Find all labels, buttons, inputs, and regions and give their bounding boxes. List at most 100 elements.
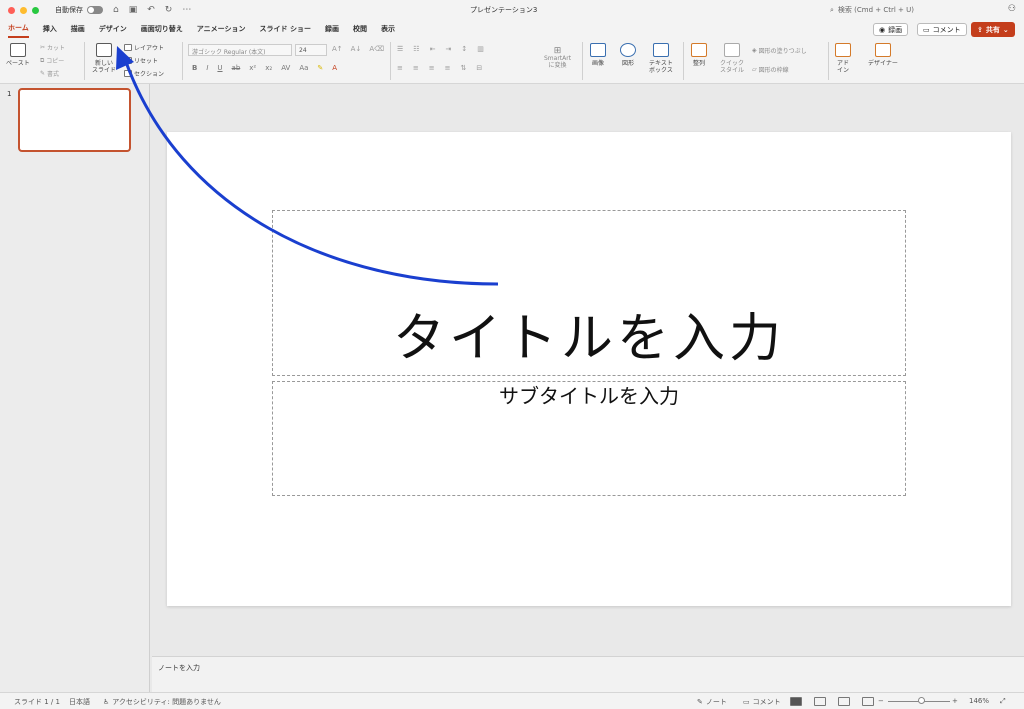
columns-icon[interactable]: ▥ (477, 45, 484, 53)
increase-indent-icon[interactable]: ⇥ (445, 45, 451, 53)
zoom-out-icon[interactable]: − (878, 697, 884, 705)
notes-toggle-button[interactable]: ✎ ノート (697, 697, 727, 707)
accessibility-status[interactable]: ♿ アクセシビリティ: 問題ありません (103, 697, 221, 707)
language-indicator[interactable]: 日本語 (69, 697, 90, 707)
tab-record[interactable]: 録画 (325, 21, 339, 37)
share-button[interactable]: ⇪ 共有 ⌄ (971, 22, 1015, 37)
addins-icon (835, 43, 851, 57)
zoom-slider-handle[interactable] (918, 697, 925, 704)
share-icon: ⇪ (977, 25, 983, 34)
slide-sorter-view-icon[interactable] (814, 697, 826, 706)
char-spacing-icon[interactable]: AV (281, 64, 290, 72)
reset-button[interactable]: リセット (124, 56, 158, 65)
align-text-icon[interactable]: ⊟ (476, 64, 482, 72)
shapes-button[interactable]: 図形 (620, 43, 636, 67)
paragraph-row-2: ≡ ≡ ≡ ≡ ⇅ ⊟ (397, 64, 482, 72)
quick-styles-label-1: クイック (720, 60, 745, 67)
redo-icon[interactable]: ↻ (165, 5, 173, 15)
section-button[interactable]: セクション (124, 69, 164, 78)
autosave-toggle[interactable] (87, 6, 103, 14)
subscript-icon[interactable]: x₂ (265, 64, 272, 72)
comment-label: コメント (932, 25, 961, 34)
tab-review[interactable]: 校閲 (353, 21, 367, 37)
smartart-label-1: SmartArt (544, 55, 572, 62)
title-placeholder-text[interactable]: タイトルを入力 (272, 296, 906, 371)
undo-icon[interactable]: ↶ (147, 5, 155, 15)
ribbon-divider (390, 42, 391, 80)
strikethrough-icon[interactable]: ab (232, 64, 241, 72)
underline-icon[interactable]: U (217, 64, 222, 72)
tab-insert[interactable]: 挿入 (43, 21, 57, 37)
home-icon[interactable]: ⌂ (113, 5, 119, 15)
slideshow-view-icon[interactable] (862, 697, 874, 706)
numbering-icon[interactable]: ☷ (413, 45, 419, 53)
change-case-icon[interactable]: Aa (299, 64, 308, 72)
align-center-icon[interactable]: ≡ (413, 64, 419, 72)
zoom-in-icon[interactable]: + (952, 697, 958, 705)
close-window-button[interactable] (8, 6, 15, 14)
textbox-button[interactable]: テキスト ボックス (649, 43, 673, 74)
font-size-select[interactable]: 24 (295, 44, 327, 56)
copy-button[interactable]: ⧉ コピー (40, 56, 64, 66)
convert-smartart-button[interactable]: ⊞ SmartArt に変換 (544, 46, 572, 70)
addins-button[interactable]: アド イン (835, 43, 851, 74)
align-left-icon[interactable]: ≡ (397, 64, 403, 72)
tab-home[interactable]: ホーム (8, 20, 29, 38)
font-color-icon[interactable]: A (332, 64, 337, 72)
normal-view-icon[interactable] (790, 697, 802, 706)
decrease-font-icon[interactable]: A↓ (351, 45, 362, 53)
tab-slideshow[interactable]: スライド ショー (260, 21, 311, 37)
new-slide-button[interactable]: 新しい スライド (92, 43, 116, 74)
bold-icon[interactable]: B (192, 64, 197, 72)
minimize-window-button[interactable] (20, 6, 27, 14)
tab-design[interactable]: デザイン (99, 21, 127, 37)
save-icon[interactable]: ▣ (129, 5, 138, 15)
record-button[interactable]: ◉ 録画 (873, 23, 909, 36)
slide-thumbnail[interactable] (18, 88, 131, 152)
clear-format-icon[interactable]: A⌫ (369, 45, 384, 53)
notes-pane[interactable]: ノートを入力 (152, 656, 1024, 692)
zoom-level[interactable]: 146% (969, 697, 989, 705)
designer-button[interactable]: デザイナー (868, 43, 898, 67)
bullets-icon[interactable]: ☰ (397, 45, 403, 53)
highlight-icon[interactable]: ✎ (317, 64, 323, 72)
increase-font-icon[interactable]: A↑ (332, 45, 343, 53)
autosave-label: 自動保存 (55, 6, 83, 14)
tab-view[interactable]: 表示 (381, 21, 395, 37)
subtitle-placeholder-text[interactable]: サブタイトルを入力 (272, 380, 906, 409)
reading-view-icon[interactable] (838, 697, 850, 706)
decrease-indent-icon[interactable]: ⇤ (430, 45, 436, 53)
smartart-icon: ⊞ (553, 46, 562, 56)
tab-draw[interactable]: 描画 (71, 21, 85, 37)
paste-button[interactable]: ペースト (6, 43, 30, 67)
superscript-icon[interactable]: x² (249, 64, 256, 72)
search-box[interactable]: ⌕ 検索 (Cmd + Ctrl + U) (830, 4, 990, 16)
justify-icon[interactable]: ≡ (445, 64, 451, 72)
zoom-window-button[interactable] (32, 6, 39, 14)
font-name-select[interactable]: 游ゴシック Regular (本文) (188, 44, 292, 56)
align-right-icon[interactable]: ≡ (429, 64, 435, 72)
quick-styles-button[interactable]: クイック スタイル (720, 43, 744, 74)
more-icon[interactable]: ⋯ (182, 5, 191, 15)
cut-button[interactable]: ✂ カット (40, 43, 65, 52)
quick-access-toolbar: ⌂ ▣ ↶ ↻ ⋯ (113, 5, 191, 15)
tab-transitions[interactable]: 画面切り替え (141, 21, 183, 37)
arrange-button[interactable]: 整列 (691, 43, 707, 67)
fit-slide-icon[interactable]: ⤢ (1000, 697, 1006, 706)
people-icon[interactable]: ⚇ (1008, 4, 1016, 14)
comments-toggle-button[interactable]: ▭ コメント (743, 697, 781, 707)
comment-button[interactable]: ▭ コメント (917, 23, 967, 36)
shape-fill-label: 図形の塗りつぶし (758, 48, 807, 55)
format-painter-button[interactable]: ✎ 書式 (40, 69, 59, 78)
shape-fill-button[interactable]: ◈ 図形の塗りつぶし (752, 46, 807, 55)
search-placeholder: 検索 (Cmd + Ctrl + U) (837, 6, 914, 14)
italic-icon[interactable]: I (206, 64, 208, 72)
layout-button[interactable]: レイアウト (124, 43, 164, 52)
fill-bucket-icon: ◈ (752, 47, 757, 54)
picture-button[interactable]: 画像 (590, 43, 606, 67)
tab-animations[interactable]: アニメーション (197, 21, 246, 37)
reset-label: リセット (134, 58, 159, 65)
shape-outline-button[interactable]: ▱ 図形の枠線 (752, 65, 789, 74)
line-spacing-icon[interactable]: ↕ (461, 45, 467, 53)
text-direction-icon[interactable]: ⇅ (461, 64, 467, 72)
